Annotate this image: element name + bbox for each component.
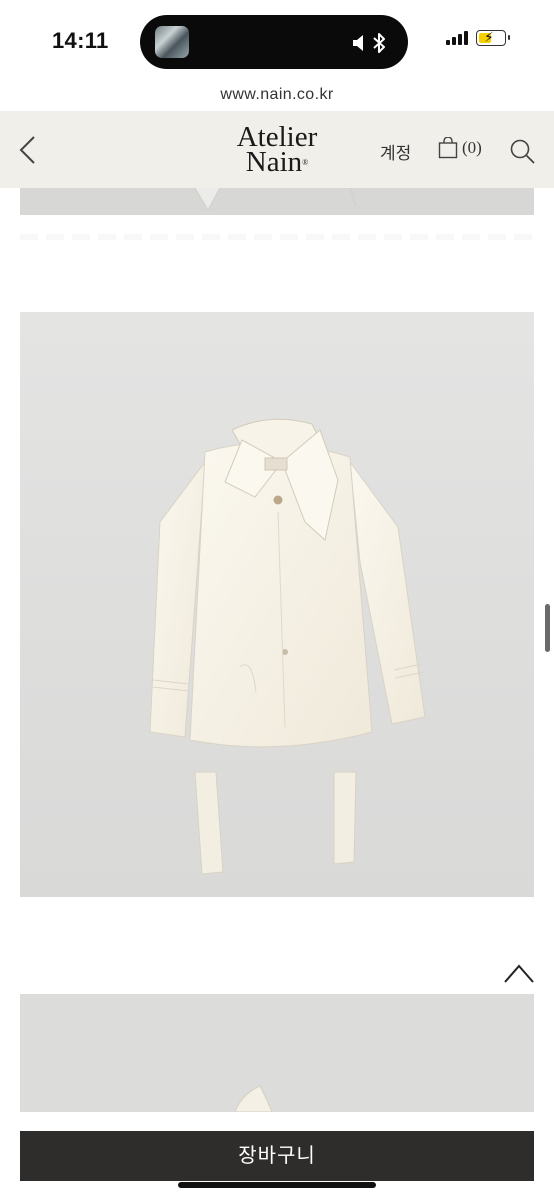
status-bar: 14:11 ⚡ bbox=[0, 0, 554, 84]
speaker-icon bbox=[353, 35, 363, 51]
logo-line2: Nain bbox=[245, 146, 303, 178]
coat-illustration bbox=[149, 418, 426, 875]
battery-charging-icon: ⚡ bbox=[476, 29, 510, 46]
product-image-next bbox=[20, 994, 534, 1112]
home-indicator[interactable] bbox=[178, 1182, 376, 1188]
cart-link[interactable]: (0) bbox=[438, 137, 482, 159]
url-text: www.nain.co.kr bbox=[220, 86, 334, 103]
divider bbox=[20, 234, 534, 240]
product-image-previous bbox=[20, 188, 534, 215]
bluetooth-icon bbox=[373, 33, 385, 53]
music-artwork-icon bbox=[155, 26, 189, 58]
shopping-bag-icon bbox=[438, 137, 458, 159]
dynamic-island[interactable] bbox=[140, 15, 408, 69]
signal-icon bbox=[446, 31, 468, 45]
search-icon[interactable] bbox=[508, 137, 536, 165]
product-image-main[interactable] bbox=[20, 312, 534, 897]
account-link[interactable]: 계정 bbox=[380, 139, 411, 164]
cart-count: (0) bbox=[462, 138, 482, 157]
site-header: Atelier Nain® 계정 (0) bbox=[0, 111, 554, 188]
add-to-cart-button[interactable]: 장바구니 bbox=[20, 1131, 534, 1181]
scrollbar[interactable] bbox=[545, 604, 550, 652]
status-time: 14:11 bbox=[52, 28, 109, 53]
browser-url-bar[interactable]: www.nain.co.kr bbox=[0, 84, 554, 111]
chevron-up-icon[interactable] bbox=[502, 958, 536, 988]
